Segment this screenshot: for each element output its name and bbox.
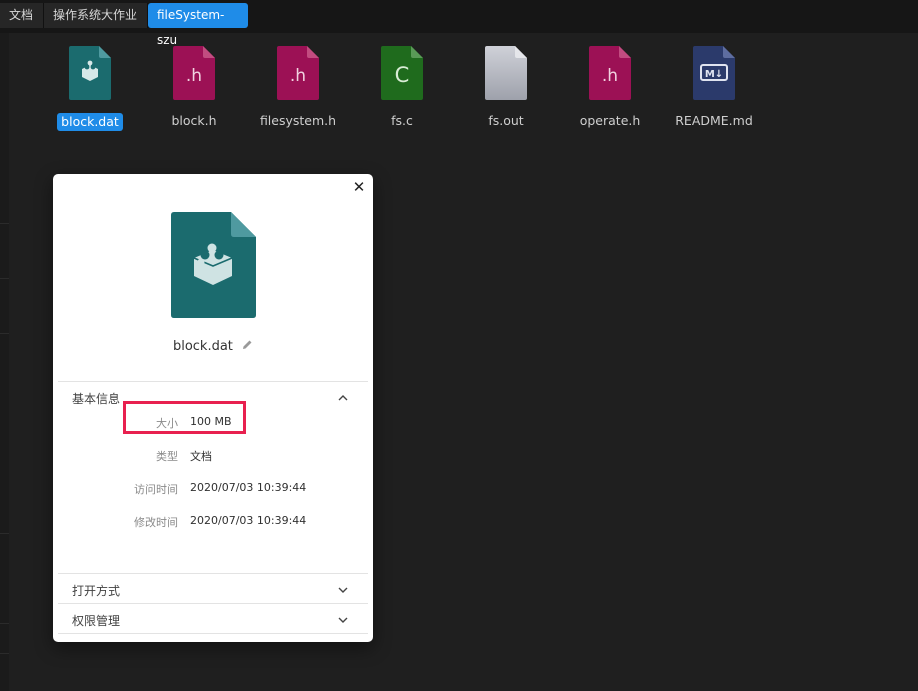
- file-item[interactable]: M↓ README.md: [669, 45, 759, 135]
- c-source-file-icon: C: [381, 46, 423, 100]
- breadcrumb: 文档 操作系统大作业 fileSystem-szu: [0, 0, 918, 47]
- file-item[interactable]: .h operate.h: [565, 45, 655, 135]
- section-title-open-with[interactable]: 打开方式: [72, 582, 120, 599]
- type-label: 类型: [156, 450, 178, 463]
- breadcrumb-item-os-project[interactable]: 操作系统大作业: [44, 3, 148, 28]
- database-file-icon: [69, 46, 111, 100]
- file-name-display: block.dat: [53, 339, 373, 354]
- file-glyph: M↓: [705, 69, 723, 80]
- section-title-basic-info[interactable]: 基本信息: [72, 390, 120, 407]
- accessed-time-value: 2020/07/03 10:39:44: [190, 481, 307, 494]
- file-item[interactable]: .h filesystem.h: [253, 45, 343, 135]
- markdown-file-icon: M↓: [693, 46, 735, 100]
- type-value: 文档: [190, 450, 212, 463]
- file-glyph: C: [395, 63, 410, 87]
- section-title-permissions[interactable]: 权限管理: [72, 612, 120, 629]
- binary-file-icon: [485, 46, 527, 100]
- chevron-down-icon[interactable]: [337, 586, 349, 594]
- side-panel-edge: [0, 33, 9, 691]
- divider: [58, 573, 368, 574]
- file-item[interactable]: C fs.c: [357, 45, 447, 135]
- accessed-time-label: 访问时间: [134, 483, 178, 496]
- file-name: block.dat: [57, 113, 123, 131]
- header-file-icon: .h: [173, 46, 215, 100]
- file-name: fs.out: [488, 113, 524, 128]
- header-file-icon: .h: [277, 46, 319, 100]
- modified-time-label: 修改时间: [134, 516, 178, 529]
- file-item[interactable]: .h block.h: [149, 45, 239, 135]
- pencil-icon[interactable]: [241, 339, 253, 351]
- file-name: block.h: [171, 113, 217, 128]
- chevron-down-icon[interactable]: [337, 616, 349, 624]
- file-glyph: .h: [602, 66, 618, 86]
- file-item[interactable]: fs.out: [461, 45, 551, 135]
- file-item[interactable]: block.dat: [45, 45, 135, 135]
- divider: [58, 603, 368, 604]
- divider: [58, 633, 368, 634]
- breadcrumb-item-docs[interactable]: 文档: [0, 3, 44, 28]
- header-file-icon: .h: [589, 46, 631, 100]
- modified-time-value: 2020/07/03 10:39:44: [190, 514, 307, 527]
- divider: [58, 381, 368, 382]
- file-name: filesystem.h: [259, 113, 337, 128]
- file-name: operate.h: [579, 113, 641, 128]
- file-name: fs.c: [391, 113, 413, 128]
- database-file-icon: [171, 212, 256, 318]
- close-icon[interactable]: ✕: [351, 179, 367, 195]
- annotation-highlight-box: [123, 401, 246, 434]
- file-name-text: block.dat: [172, 339, 233, 354]
- chevron-up-icon[interactable]: [337, 394, 349, 402]
- breadcrumb-item-current[interactable]: fileSystem-szu: [148, 3, 248, 47]
- file-name: README.md: [675, 113, 753, 128]
- file-glyph: .h: [290, 66, 306, 86]
- file-glyph: .h: [186, 66, 202, 86]
